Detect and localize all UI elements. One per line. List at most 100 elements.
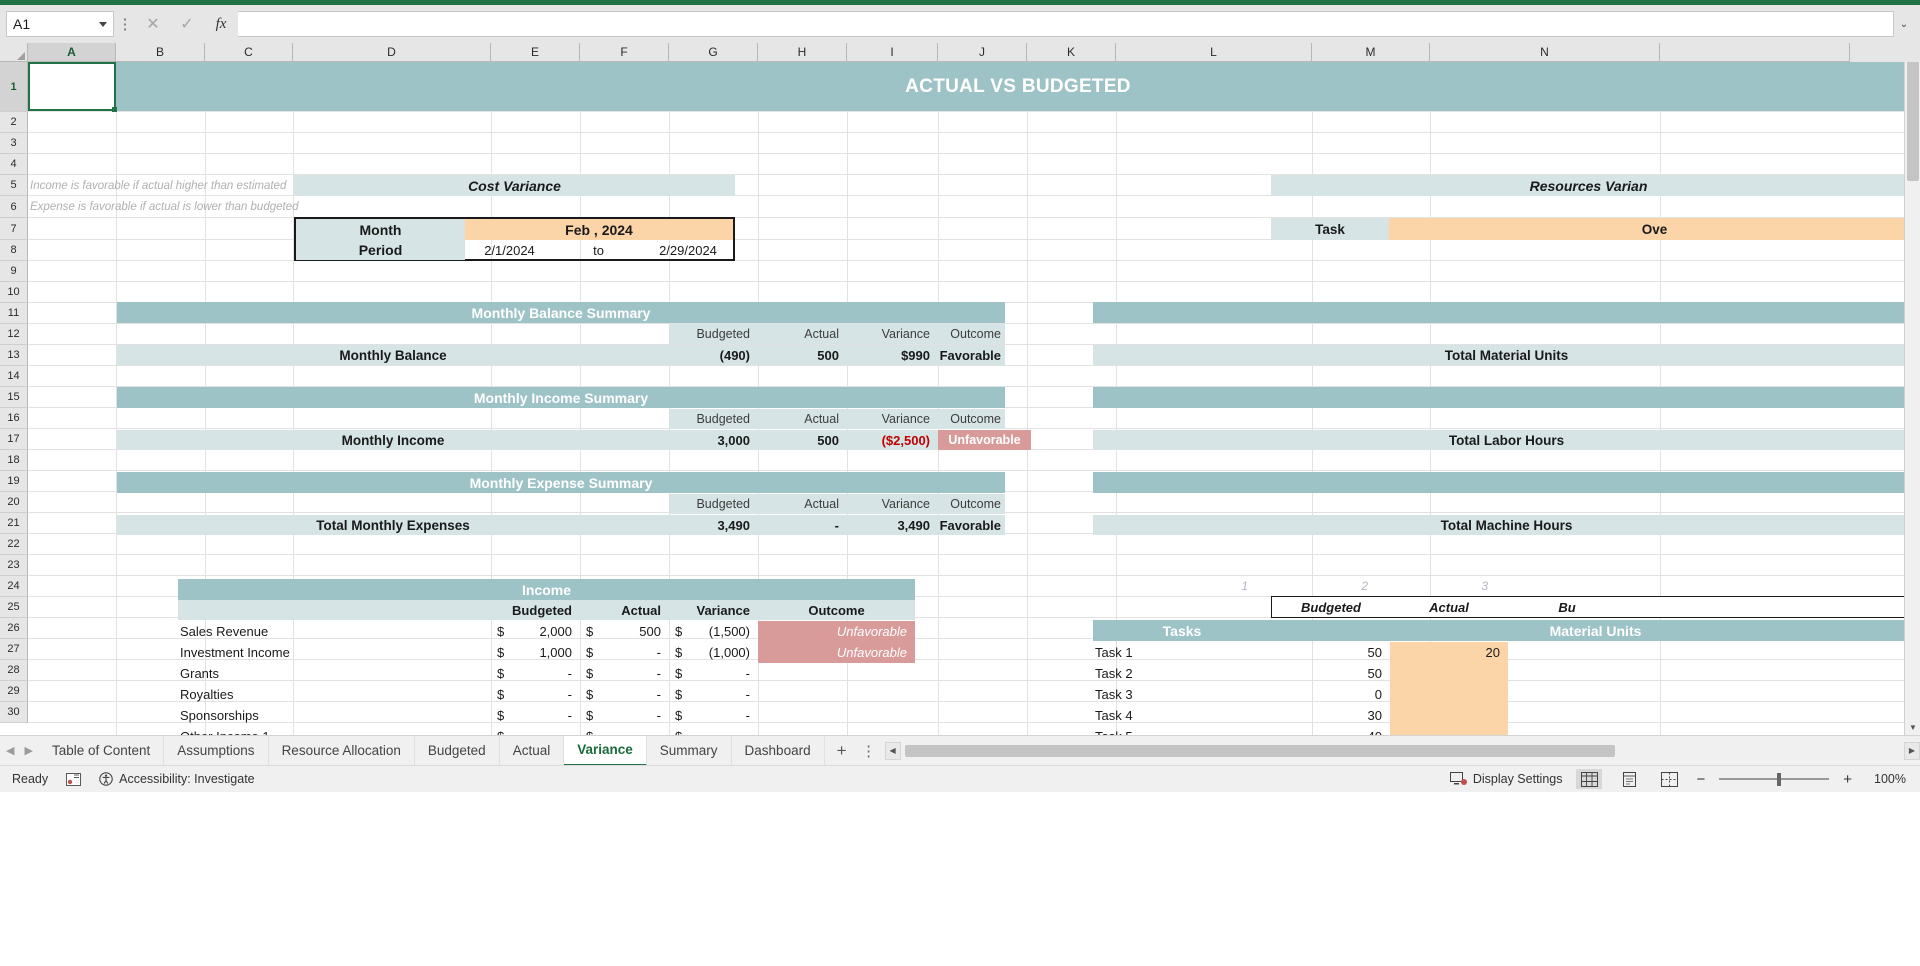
column-header-J[interactable]: J bbox=[938, 43, 1027, 62]
row-header-13[interactable]: 13 bbox=[0, 345, 28, 366]
column-header-G[interactable]: G bbox=[669, 43, 758, 62]
sheet-tab-resource-allocation[interactable]: Resource Allocation bbox=[269, 735, 415, 766]
scroll-down-icon[interactable]: ▼ bbox=[1905, 719, 1920, 735]
income-table-col-variance: Variance bbox=[669, 600, 758, 620]
period-end[interactable]: 2/29/2024 bbox=[643, 240, 733, 260]
row-header-6[interactable]: 6 bbox=[0, 196, 28, 218]
column-header-E[interactable]: E bbox=[491, 43, 580, 62]
column-header-L[interactable]: L bbox=[1116, 43, 1312, 62]
expand-formula-bar-icon[interactable]: ⌄ bbox=[1894, 11, 1914, 37]
column-header-D[interactable]: D bbox=[293, 43, 491, 62]
normal-view-icon[interactable] bbox=[1576, 769, 1603, 789]
row-header-14[interactable]: 14 bbox=[0, 366, 28, 387]
sheet-tab-dashboard[interactable]: Dashboard bbox=[732, 735, 825, 766]
row-header-8[interactable]: 8 bbox=[0, 240, 28, 261]
cell-area[interactable]: ACTUAL VS BUDGETED Income is favorable i… bbox=[28, 62, 1920, 735]
row-header-22[interactable]: 22 bbox=[0, 534, 28, 555]
expense-col-actual: Actual bbox=[758, 494, 847, 514]
hscroll-track[interactable] bbox=[900, 742, 1904, 759]
zoom-percentage[interactable]: 100% bbox=[1866, 772, 1906, 786]
formula-input[interactable] bbox=[238, 11, 1894, 37]
row-header-25[interactable]: 25 bbox=[0, 597, 28, 618]
chevron-down-icon[interactable] bbox=[99, 21, 107, 27]
formula-bar-options-icon[interactable]: ⋮ bbox=[114, 15, 136, 33]
column-header-N[interactable]: N bbox=[1430, 43, 1660, 62]
row-header-15[interactable]: 15 bbox=[0, 387, 28, 408]
row-header-11[interactable]: 11 bbox=[0, 303, 28, 324]
balance-col-actual: Actual bbox=[758, 324, 847, 344]
row-header-7[interactable]: 7 bbox=[0, 218, 28, 240]
column-header-A[interactable]: A bbox=[28, 43, 116, 62]
month-value[interactable]: Feb , 2024 bbox=[465, 219, 733, 240]
row-header-2[interactable]: 2 bbox=[0, 112, 28, 133]
period-start[interactable]: 2/1/2024 bbox=[465, 240, 554, 260]
sheet-tab-summary[interactable]: Summary bbox=[647, 735, 732, 766]
row-header-10[interactable]: 10 bbox=[0, 282, 28, 303]
sheet-nav-prev-icon[interactable]: ◀ bbox=[6, 744, 14, 757]
sheet-nav-next-icon[interactable]: ▶ bbox=[24, 744, 32, 757]
row-header-9[interactable]: 9 bbox=[0, 261, 28, 282]
hscroll-right-icon[interactable]: ▶ bbox=[1904, 741, 1920, 760]
zoom-out-button[interactable]: − bbox=[1696, 771, 1705, 788]
row-header-27[interactable]: 27 bbox=[0, 639, 28, 660]
page-layout-view-icon[interactable] bbox=[1616, 769, 1642, 789]
column-header-K[interactable]: K bbox=[1027, 43, 1116, 62]
close-icon[interactable]: ✕ bbox=[136, 11, 170, 37]
name-box-value: A1 bbox=[13, 16, 31, 32]
row-header-23[interactable]: 23 bbox=[0, 555, 28, 576]
vertical-scroll-thumb[interactable] bbox=[1907, 61, 1919, 181]
row-header-16[interactable]: 16 bbox=[0, 408, 28, 429]
sheet-tab-actual[interactable]: Actual bbox=[500, 735, 565, 766]
sheet-nav-arrows[interactable]: ◀ ▶ bbox=[0, 744, 39, 757]
row-header-20[interactable]: 20 bbox=[0, 492, 28, 513]
row-header-26[interactable]: 26 bbox=[0, 618, 28, 639]
column-header-F[interactable]: F bbox=[580, 43, 669, 62]
sheet-tab-variance[interactable]: Variance bbox=[564, 735, 647, 766]
income-col-actual: Actual bbox=[758, 409, 847, 429]
sheet-tab-assumptions[interactable]: Assumptions bbox=[164, 735, 269, 766]
hscroll-left-icon[interactable]: ◀ bbox=[884, 741, 901, 760]
row-header-12[interactable]: 12 bbox=[0, 324, 28, 345]
page-break-preview-icon[interactable] bbox=[1656, 769, 1682, 789]
row-header-30[interactable]: 30 bbox=[0, 702, 28, 723]
sheet-tab-table-of-content[interactable]: Table of Content bbox=[39, 735, 165, 766]
spreadsheet-grid[interactable]: A B C D E F G H I J K L M N 1 2 3 4 5 6 … bbox=[0, 43, 1920, 735]
row-header-4[interactable]: 4 bbox=[0, 154, 28, 175]
function-icon[interactable]: fx bbox=[204, 11, 238, 37]
row-header-3[interactable]: 3 bbox=[0, 133, 28, 154]
row-header-18[interactable]: 18 bbox=[0, 450, 28, 471]
add-sheet-icon[interactable]: + bbox=[825, 736, 859, 766]
column-header-I[interactable]: I bbox=[847, 43, 938, 62]
row-header-5[interactable]: 5 bbox=[0, 175, 28, 196]
active-cell-a1[interactable] bbox=[28, 62, 117, 112]
row-header-24[interactable]: 24 bbox=[0, 576, 28, 597]
select-all-corner[interactable] bbox=[0, 43, 28, 62]
row-header-1[interactable]: 1 bbox=[0, 62, 28, 112]
column-header-B[interactable]: B bbox=[116, 43, 205, 62]
column-header-H[interactable]: H bbox=[758, 43, 847, 62]
column-header-M[interactable]: M bbox=[1312, 43, 1430, 62]
row-header-28[interactable]: 28 bbox=[0, 660, 28, 681]
zoom-in-button[interactable]: + bbox=[1843, 771, 1852, 788]
column-header-C[interactable]: C bbox=[205, 43, 293, 62]
vertical-scrollbar[interactable]: ▲ ▼ bbox=[1904, 43, 1920, 735]
recording-macro-icon[interactable] bbox=[66, 772, 82, 786]
row-header-19[interactable]: 19 bbox=[0, 471, 28, 492]
zoom-slider-thumb[interactable] bbox=[1777, 772, 1782, 786]
sheet-tab-budgeted[interactable]: Budgeted bbox=[415, 735, 500, 766]
task-row-budgeted-1: 50 bbox=[1367, 666, 1382, 681]
column-header-O[interactable] bbox=[1660, 43, 1850, 62]
check-icon[interactable]: ✓ bbox=[170, 11, 204, 37]
row-header-29[interactable]: 29 bbox=[0, 681, 28, 702]
zoom-slider[interactable] bbox=[1719, 771, 1830, 787]
row-header-21[interactable]: 21 bbox=[0, 513, 28, 534]
income-row-item-2: Grants bbox=[180, 666, 220, 681]
horizontal-scroll-thumb[interactable] bbox=[904, 744, 1615, 757]
accessibility-status[interactable]: Accessibility: Investigate bbox=[99, 772, 255, 786]
name-box[interactable]: A1 bbox=[6, 11, 114, 37]
row-header-17[interactable]: 17 bbox=[0, 429, 28, 450]
display-settings-button[interactable]: Display Settings bbox=[1449, 772, 1562, 786]
fill-handle[interactable] bbox=[112, 107, 117, 112]
sheet-options-icon[interactable]: ⋮ bbox=[859, 742, 879, 760]
horizontal-scrollbar[interactable]: ◀ ▶ bbox=[884, 741, 1920, 760]
